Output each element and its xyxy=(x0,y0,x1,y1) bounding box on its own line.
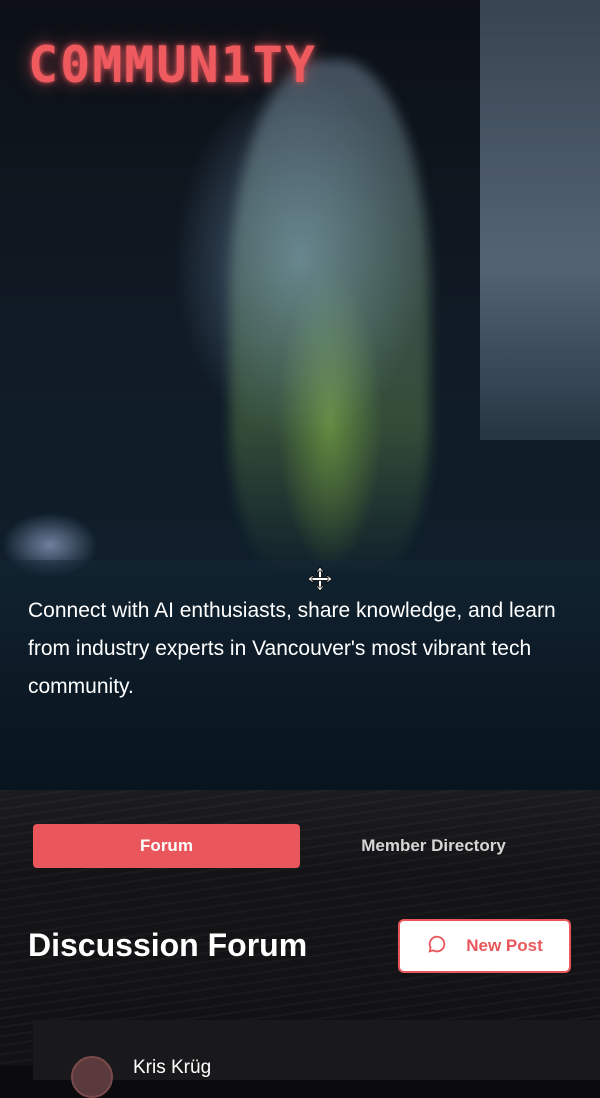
forum-post[interactable]: Kris Krüg xyxy=(33,1020,600,1098)
new-post-button[interactable]: New Post xyxy=(398,919,571,973)
hero-background-image xyxy=(230,60,430,580)
move-cursor-icon xyxy=(307,566,333,592)
community-content: Forum Member Directory Discussion Forum … xyxy=(0,790,600,1098)
page-title: Discussion Forum xyxy=(28,927,308,963)
tab-member-directory[interactable]: Member Directory xyxy=(300,824,567,868)
tab-forum[interactable]: Forum xyxy=(33,824,300,868)
avatar[interactable] xyxy=(71,1056,113,1098)
hero-background-wall xyxy=(480,0,600,440)
new-post-label: New Post xyxy=(466,936,543,955)
hero-section: C0MMUN1TY Connect with AI enthusiasts, s… xyxy=(0,0,600,790)
chat-bubble-icon xyxy=(426,933,448,960)
brand-logo[interactable]: C0MMUN1TY xyxy=(28,36,317,94)
post-author[interactable]: Kris Krüg xyxy=(133,1057,211,1079)
hero-description: Connect with AI enthusiasts, share knowl… xyxy=(28,599,556,698)
